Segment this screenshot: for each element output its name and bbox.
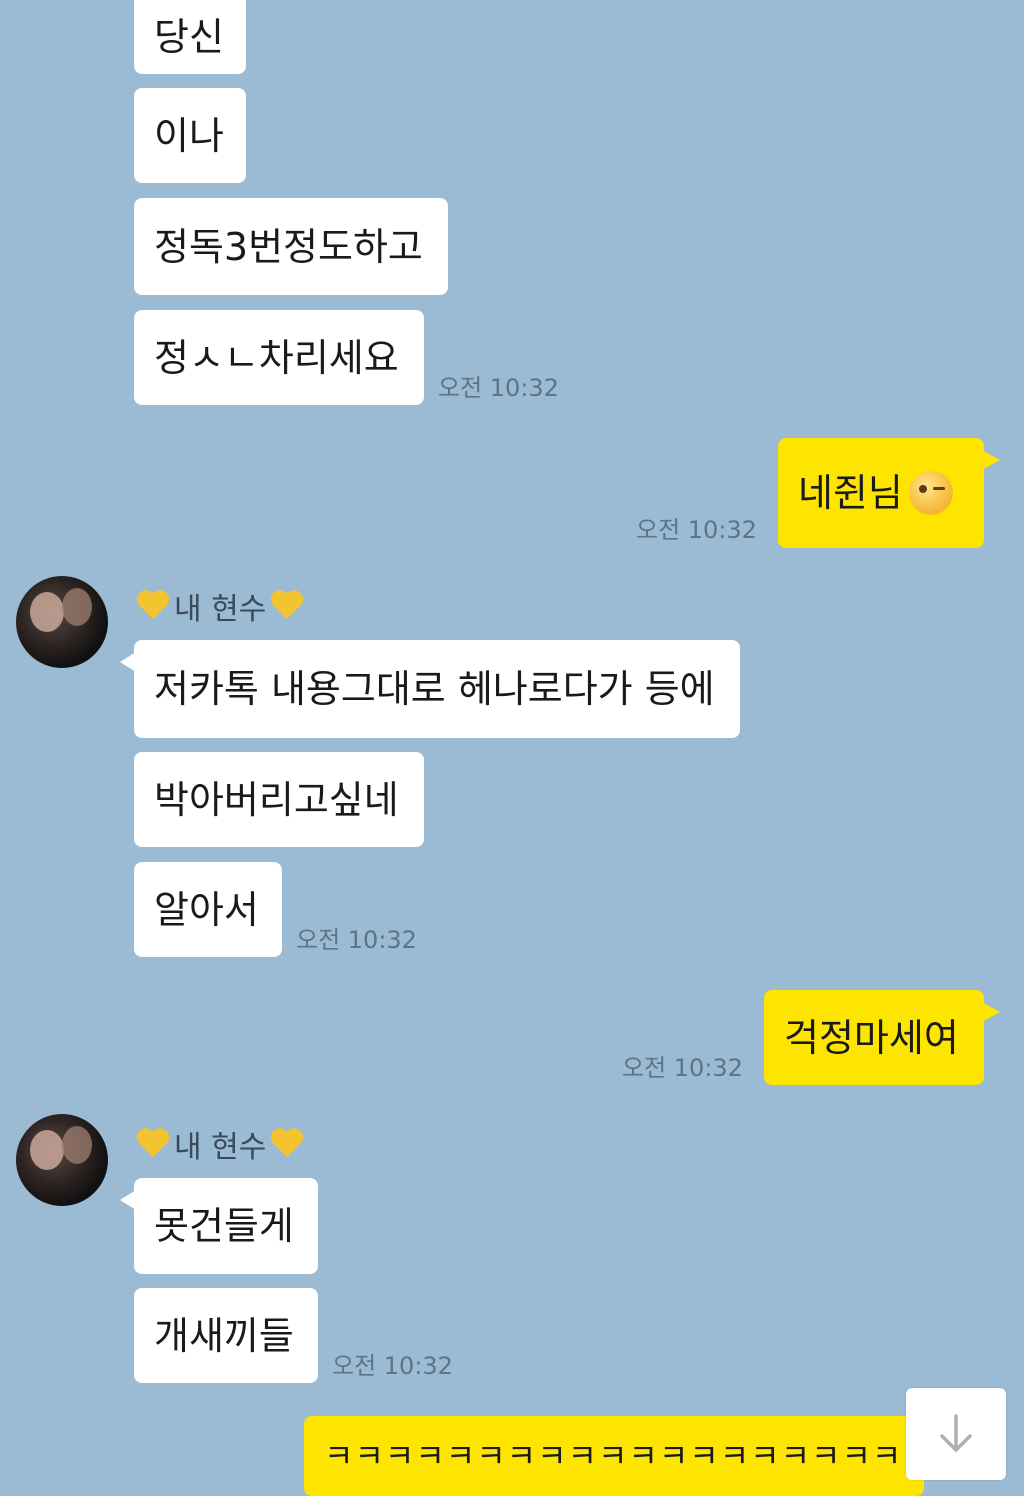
winking-face-icon: [908, 471, 953, 515]
sender-name-text: 내 현수: [174, 1130, 267, 1165]
message-bubble[interactable]: 박아버리고싶네: [134, 752, 424, 847]
scroll-down-button[interactable]: [906, 1388, 1006, 1480]
yellow-heart-icon: [136, 1129, 170, 1159]
arrow-down-icon: [940, 1414, 972, 1452]
message-bubble[interactable]: 개새끼들: [134, 1288, 318, 1383]
message-text: 정ㅅㄴ차리세요: [154, 335, 399, 380]
yellow-heart-icon: [270, 1129, 304, 1159]
avatar[interactable]: [16, 1114, 108, 1206]
message-bubble[interactable]: 이나: [134, 88, 246, 183]
message-bubble[interactable]: 못건들게: [120, 1178, 318, 1274]
message-time: 오전 10:32: [636, 516, 757, 544]
message-text: 네쥔님: [798, 471, 903, 515]
message-bubble[interactable]: 정독3번정도하고: [134, 198, 448, 295]
my-message-bubble[interactable]: ㅋㅋㅋㅋㅋㅋㅋㅋㅋㅋㅋㅋㅋㅋㅋㅋㅋㅋㅋㅋ: [304, 1416, 924, 1496]
message-time: 오전 10:32: [332, 1352, 453, 1380]
my-message-bubble[interactable]: 걱정마세여: [764, 990, 1000, 1085]
sender-name: 내 현수: [136, 584, 304, 628]
message-text: 박아버리고싶네: [154, 777, 399, 822]
message-text: 정독3번정도하고: [154, 224, 423, 269]
yellow-heart-icon: [270, 591, 304, 621]
message-text: 이나: [154, 113, 224, 158]
message-text: 개새끼들: [154, 1313, 294, 1358]
sender-name-text: 내 현수: [174, 592, 267, 627]
yellow-heart-icon: [136, 591, 170, 621]
message-text: 알아서: [154, 887, 259, 932]
message-text: 걱정마세여: [784, 1015, 959, 1060]
message-bubble[interactable]: 알아서: [134, 862, 282, 957]
avatar[interactable]: [16, 576, 108, 668]
my-message-bubble[interactable]: 네쥔님: [778, 438, 1000, 548]
message-bubble[interactable]: 정ㅅㄴ차리세요: [134, 310, 424, 405]
message-time: 오전 10:32: [296, 926, 417, 954]
message-text: 당신: [154, 15, 224, 59]
message-text: ㅋㅋㅋㅋㅋㅋㅋㅋㅋㅋㅋㅋㅋㅋㅋㅋㅋㅋㅋㅋ: [324, 1437, 924, 1475]
message-text: 못건들게: [154, 1204, 294, 1248]
message-time: 오전 10:32: [622, 1054, 743, 1082]
message-bubble[interactable]: 저카톡 내용그대로 헤나로다가 등에: [120, 640, 740, 738]
sender-name: 내 현수: [136, 1122, 304, 1166]
message-bubble[interactable]: 당신: [134, 0, 246, 74]
message-time: 오전 10:32: [438, 374, 559, 402]
message-text: 저카톡 내용그대로 헤나로다가 등에: [154, 667, 715, 711]
